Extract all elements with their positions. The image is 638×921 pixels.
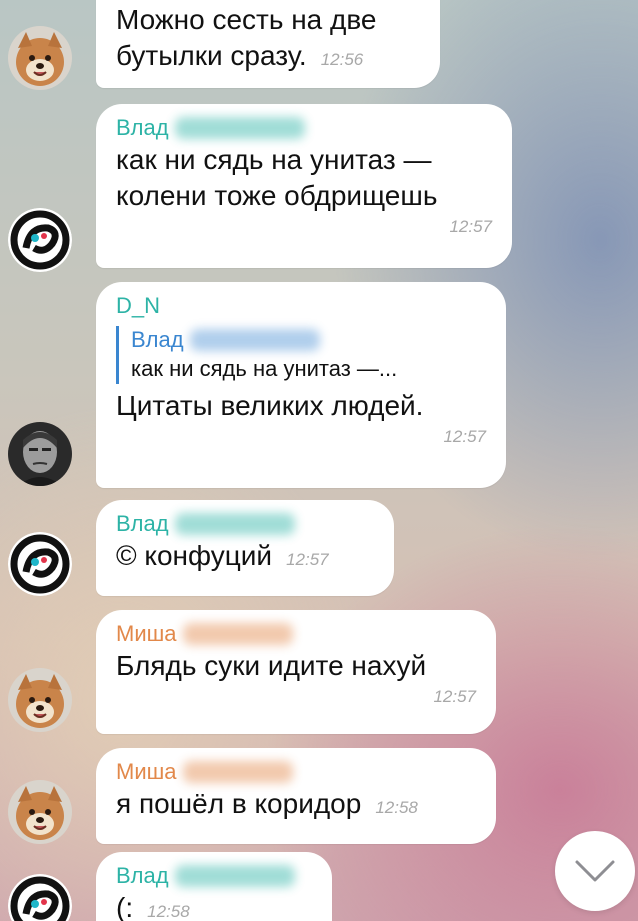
message-bubble[interactable]: D_N Влад как ни сядь на унитаз —... Цита… (96, 282, 506, 488)
scroll-down-button[interactable] (555, 831, 635, 911)
message-text: (: (116, 892, 134, 921)
message-time: 12:57 (449, 217, 492, 236)
quote-sender: Влад (131, 327, 184, 352)
avatar[interactable] (8, 422, 72, 486)
sender-name: Влад (116, 115, 169, 140)
blurred-surname (174, 513, 295, 535)
avatar[interactable] (8, 874, 72, 921)
blurred-surname (174, 865, 295, 887)
blurred-surname (189, 329, 320, 351)
message-time: 12:57 (286, 550, 329, 569)
message-bubble[interactable]: Миша Блядь суки идите нахуй 12:57 (96, 610, 496, 734)
avatar[interactable] (8, 668, 72, 732)
message-time: 12:58 (147, 902, 190, 921)
message-text: Блядь суки идите нахуй (116, 650, 427, 681)
man-avatar-icon (8, 422, 72, 486)
message-bubble[interactable]: Влад © конфуций 12:57 (96, 500, 394, 596)
message-bubble[interactable]: Миша я пошёл в коридор 12:58 (96, 748, 496, 844)
sender-name: Влад (116, 863, 169, 888)
spiral-avatar-icon (8, 532, 72, 596)
chevron-down-icon (575, 860, 615, 882)
message-text: Можно сесть на две (116, 4, 377, 35)
reply-quote[interactable]: Влад как ни сядь на унитаз —... (116, 326, 486, 384)
message-text: Цитаты великих людей. (116, 390, 424, 421)
blurred-surname (182, 761, 293, 783)
message-bubble[interactable]: Влад (: 12:58 (96, 852, 332, 921)
sender-name: Миша (116, 759, 177, 784)
avatar[interactable] (8, 780, 72, 844)
message-bubble[interactable]: Можно сесть на две бутылки сразу. 12:56 (96, 0, 440, 88)
avatar[interactable] (8, 532, 72, 596)
message-text: колени тоже обдрищешь (116, 180, 438, 211)
blurred-surname (174, 117, 305, 139)
quote-text: как ни сядь на унитаз —... (131, 356, 398, 381)
message-time: 12:57 (433, 687, 476, 706)
message-text: как ни сядь на унитаз — (116, 144, 432, 175)
blurred-surname (182, 623, 293, 645)
avatar[interactable] (8, 26, 72, 90)
message-text: © конфуций (116, 540, 273, 571)
spiral-avatar-icon (8, 874, 72, 921)
message-text: я пошёл в коридор (116, 788, 362, 819)
shiba-avatar-icon (8, 26, 72, 90)
message-bubble[interactable]: Влад как ни сядь на унитаз — колени тоже… (96, 104, 512, 268)
message-time: 12:58 (375, 798, 418, 817)
spiral-avatar-icon (8, 208, 72, 272)
message-time: 12:57 (443, 427, 486, 446)
avatar[interactable] (8, 208, 72, 272)
message-time: 12:56 (320, 50, 364, 69)
sender-name: Миша (116, 621, 177, 646)
message-text: бутылки сразу. (116, 40, 307, 71)
sender-name: D_N (116, 293, 161, 318)
shiba-avatar-icon (8, 780, 72, 844)
sender-name: Влад (116, 511, 169, 536)
shiba-avatar-icon (8, 668, 72, 732)
